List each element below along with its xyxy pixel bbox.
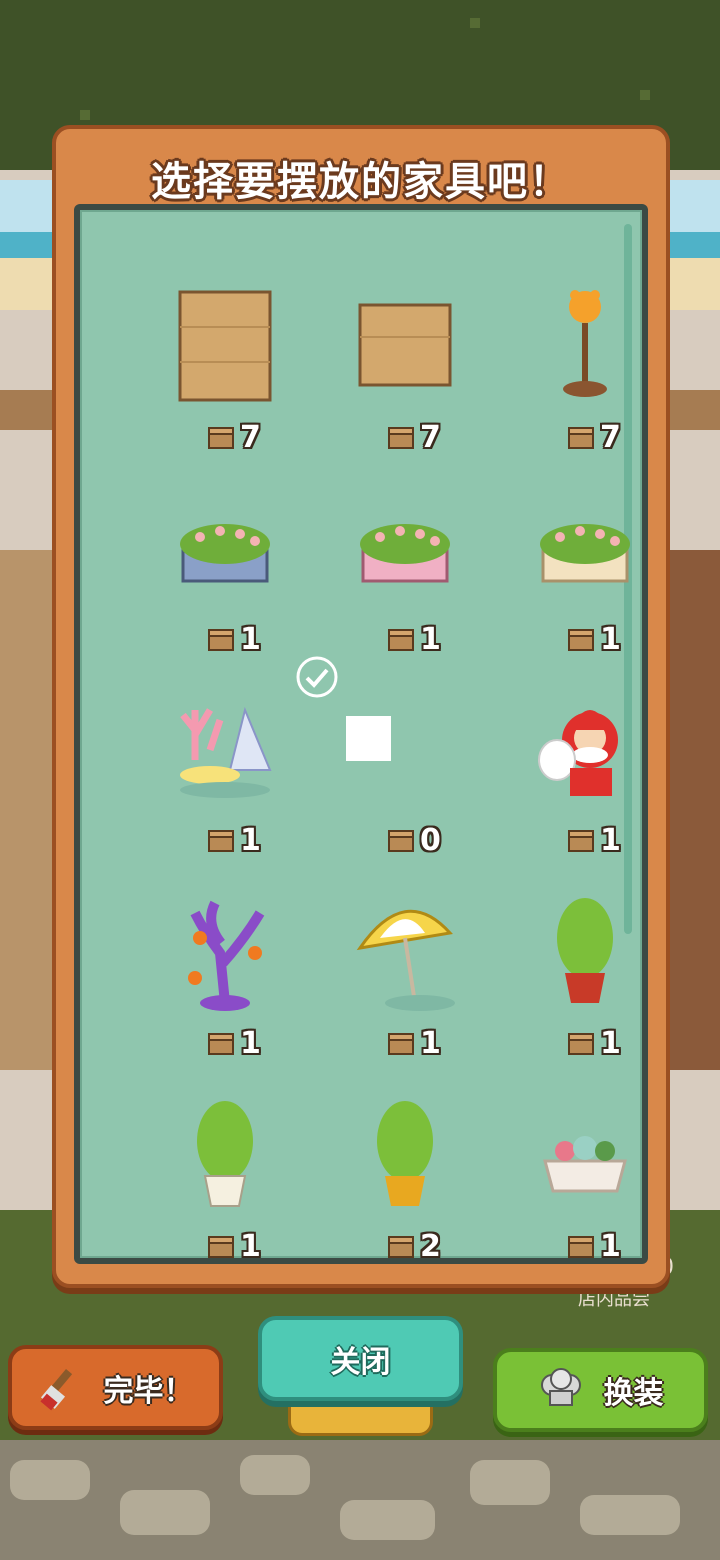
furniture-item[interactable]: 7 [490, 232, 670, 455]
furniture-select-dialog: 选择要摆放的家具吧！ 777111101111121 [52, 125, 670, 1288]
furniture-item[interactable]: 1 [130, 1041, 310, 1264]
done-button-label: 完毕！ [103, 1373, 194, 1409]
furniture-item[interactable]: 1 [130, 434, 310, 657]
checkmark-circle-icon [296, 656, 338, 698]
flower-planter-blue-icon [180, 524, 270, 583]
dialog-title: 选择要摆放的家具吧！ [151, 159, 571, 205]
flower-planter-cream-icon [540, 524, 630, 583]
furniture-item[interactable]: 7 [310, 232, 490, 455]
furniture-item[interactable]: 1 [490, 1041, 670, 1264]
potted-plant-yellow-pot-icon [377, 1101, 433, 1206]
furniture-item[interactable]: 1 [130, 838, 310, 1061]
bookshelf-left [0, 550, 60, 1070]
box-icon [388, 1236, 414, 1258]
dine-in-sign: 店内品尝 [578, 1289, 650, 1310]
furniture-item[interactable]: 1 [490, 838, 670, 1061]
counter-left [0, 390, 60, 430]
furniture-count: 1 [566, 1228, 621, 1264]
furniture-item[interactable]: 1 [310, 434, 490, 657]
beach-umbrella-icon [356, 909, 455, 1011]
yellow-stool [288, 1400, 433, 1436]
window-left [0, 180, 60, 310]
furniture-count: 2 [386, 1228, 441, 1264]
halloween-pumpkin-tree-icon [188, 900, 265, 1011]
cardboard-box-large-icon [178, 290, 272, 402]
furniture-count: 1 [206, 1228, 261, 1264]
box-icon [568, 1236, 594, 1258]
furniture-item[interactable]: 1 [310, 838, 490, 1061]
cardboard-box-small-icon [358, 303, 452, 387]
potted-plant-white-pot-icon [197, 1101, 253, 1207]
furniture-item[interactable]: 2 [310, 1041, 490, 1264]
furniture-count-number: 2 [420, 1228, 441, 1264]
bear-floor-lamp-icon [563, 290, 607, 397]
coral-seashell-decor-icon [180, 706, 272, 798]
box-icon [208, 1236, 234, 1258]
paintbrush-icon [39, 1368, 72, 1410]
change-outfit-label: 换装 [603, 1376, 664, 1411]
empty-slot-placeholder [346, 716, 391, 761]
stone-path [0, 1440, 720, 1560]
furniture-item[interactable]: 1 [490, 635, 670, 858]
done-button[interactable]: 完毕！ [8, 1345, 223, 1430]
santa-claus-decor-icon [538, 710, 618, 796]
furniture-count-number: 1 [240, 1228, 261, 1264]
flower-planter-pink-icon [360, 524, 450, 583]
furniture-item[interactable]: 7 [130, 232, 310, 455]
potted-plant-red-pot-icon [557, 898, 613, 1003]
furniture-item[interactable]: 1 [130, 635, 310, 858]
chef-hat-icon [540, 1368, 581, 1406]
close-button-label: 关闭 [330, 1344, 391, 1380]
succulent-planter-icon [543, 1136, 627, 1193]
furniture-count-number: 1 [600, 1228, 621, 1264]
close-button[interactable]: 关闭 [258, 1316, 463, 1401]
furniture-item[interactable]: 1 [490, 434, 670, 657]
change-outfit-button[interactable]: 换装 [493, 1348, 708, 1432]
